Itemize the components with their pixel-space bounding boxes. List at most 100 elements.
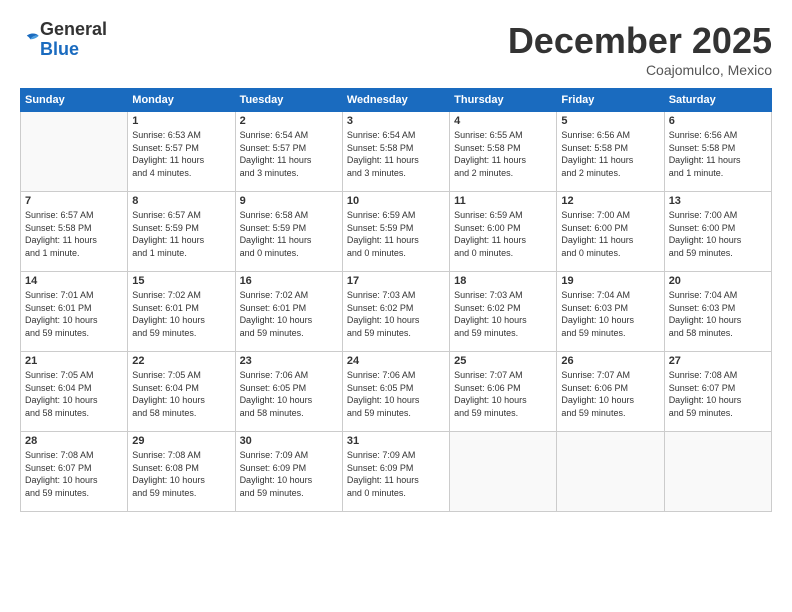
day-info: Sunrise: 7:02 AMSunset: 6:01 PMDaylight:… [240,289,338,339]
day-number: 16 [240,275,338,287]
day-info: Sunrise: 6:58 AMSunset: 5:59 PMDaylight:… [240,209,338,259]
day-info: Sunrise: 6:54 AMSunset: 5:57 PMDaylight:… [240,129,338,179]
table-row: 10Sunrise: 6:59 AMSunset: 5:59 PMDayligh… [342,192,449,272]
table-row: 12 Sunrise: 7:00 AMSunset: 6:00 PMDayligh… [557,192,664,272]
table-row: 28 Sunrise: 7:08 AMSunset: 6:07 PMDayligh… [21,432,128,512]
table-row: 17 Sunrise: 7:03 AMSunset: 6:02 PMDayligh… [342,272,449,352]
logo-blue: Blue [40,40,107,60]
day-info: Sunrise: 7:06 AMSunset: 6:05 PMDaylight:… [240,369,338,419]
day-number: 20 [669,275,767,287]
day-number: 3 [347,115,445,127]
day-number: 8 [132,195,230,207]
day-number: 6 [669,115,767,127]
day-info: Sunrise: 7:03 AMSunset: 6:02 PMDaylight:… [347,289,445,339]
table-row: 4 Sunrise: 6:55 AMSunset: 5:58 PMDaylight… [450,112,557,192]
table-row: 15 Sunrise: 7:02 AMSunset: 6:01 PMDayligh… [128,272,235,352]
table-row: 31 Sunrise: 7:09 AMSunset: 6:09 PMDayligh… [342,432,449,512]
day-number: 24 [347,355,445,367]
day-info: Sunrise: 7:03 AMSunset: 6:02 PMDaylight:… [454,289,552,339]
day-info: Sunrise: 7:09 AMSunset: 6:09 PMDaylight:… [240,449,338,499]
day-info: Sunrise: 7:07 AMSunset: 6:06 PMDaylight:… [561,369,659,419]
header: General Blue December 2025 Coajomulco, M… [20,20,772,78]
day-number: 5 [561,115,659,127]
day-info: Sunrise: 7:00 AMSunset: 6:00 PMDaylight:… [669,209,767,259]
header-friday: Friday [557,89,664,112]
day-info: Sunrise: 6:57 AMSunset: 5:59 PMDaylight:… [132,209,230,259]
day-number: 25 [454,355,552,367]
month-title: December 2025 [508,20,772,62]
day-number: 27 [669,355,767,367]
table-row: 24 Sunrise: 7:06 AMSunset: 6:05 PMDayligh… [342,352,449,432]
day-number: 19 [561,275,659,287]
day-number: 26 [561,355,659,367]
table-row: 21 Sunrise: 7:05 AMSunset: 6:04 PMDayligh… [21,352,128,432]
table-row: 5 Sunrise: 6:56 AMSunset: 5:58 PMDaylight… [557,112,664,192]
day-info: Sunrise: 6:55 AMSunset: 5:58 PMDaylight:… [454,129,552,179]
table-row: 20 Sunrise: 7:04 AMSunset: 6:03 PMDayligh… [664,272,771,352]
day-info: Sunrise: 7:02 AMSunset: 6:01 PMDaylight:… [132,289,230,339]
table-row: 1Sunrise: 6:53 AMSunset: 5:57 PMDaylight… [128,112,235,192]
table-row: 30 Sunrise: 7:09 AMSunset: 6:09 PMDayligh… [235,432,342,512]
table-row: 13 Sunrise: 7:00 AMSunset: 6:00 PMDayligh… [664,192,771,272]
day-info: Sunrise: 7:01 AMSunset: 6:01 PMDaylight:… [25,289,123,339]
logo-text: General Blue [40,20,107,60]
day-info: Sunrise: 7:08 AMSunset: 6:07 PMDaylight:… [25,449,123,499]
day-number: 13 [669,195,767,207]
table-row: 16 Sunrise: 7:02 AMSunset: 6:01 PMDayligh… [235,272,342,352]
header-wednesday: Wednesday [342,89,449,112]
table-row: 26 Sunrise: 7:07 AMSunset: 6:06 PMDayligh… [557,352,664,432]
day-info: Sunrise: 7:06 AMSunset: 6:05 PMDaylight:… [347,369,445,419]
header-monday: Monday [128,89,235,112]
table-row: 8 Sunrise: 6:57 AMSunset: 5:59 PMDaylight… [128,192,235,272]
day-info: Sunrise: 7:05 AMSunset: 6:04 PMDaylight:… [132,369,230,419]
day-info: Sunrise: 7:08 AMSunset: 6:08 PMDaylight:… [132,449,230,499]
day-number: 29 [132,435,230,447]
table-row: 19Sunrise: 7:04 AMSunset: 6:03 PMDayligh… [557,272,664,352]
table-row: 22 Sunrise: 7:05 AMSunset: 6:04 PMDayligh… [128,352,235,432]
day-info: Sunrise: 6:56 AMSunset: 5:58 PMDaylight:… [561,129,659,179]
table-row [664,432,771,512]
day-info: Sunrise: 6:53 AMSunset: 5:57 PMDaylight:… [132,129,230,179]
day-info: Sunrise: 7:08 AMSunset: 6:07 PMDaylight:… [669,369,767,419]
header-thursday: Thursday [450,89,557,112]
day-info: Sunrise: 7:05 AMSunset: 6:04 PMDaylight:… [25,369,123,419]
day-number: 15 [132,275,230,287]
day-info: Sunrise: 7:04 AMSunset: 6:03 PMDaylight:… [669,289,767,339]
header-tuesday: Tuesday [235,89,342,112]
table-row: 7 Sunrise: 6:57 AMSunset: 5:58 PMDaylight… [21,192,128,272]
day-number: 11 [454,195,552,207]
header-sunday: Sunday [21,89,128,112]
title-block: December 2025 Coajomulco, Mexico [508,20,772,78]
table-row: 6 Sunrise: 6:56 AMSunset: 5:58 PMDaylight… [664,112,771,192]
day-number: 4 [454,115,552,127]
day-info: Sunrise: 6:54 AMSunset: 5:58 PMDaylight:… [347,129,445,179]
table-row [557,432,664,512]
day-info: Sunrise: 6:57 AMSunset: 5:58 PMDaylight:… [25,209,123,259]
day-number: 12 [561,195,659,207]
day-number: 7 [25,195,123,207]
calendar-week-row: 21 Sunrise: 7:05 AMSunset: 6:04 PMDayligh… [21,352,772,432]
day-number: 2 [240,115,338,127]
day-number: 22 [132,355,230,367]
calendar-week-row: 28 Sunrise: 7:08 AMSunset: 6:07 PMDayligh… [21,432,772,512]
day-number: 17 [347,275,445,287]
logo: General Blue [20,20,107,60]
table-row: 2 Sunrise: 6:54 AMSunset: 5:57 PMDaylight… [235,112,342,192]
page: General Blue December 2025 Coajomulco, M… [0,0,792,612]
day-info: Sunrise: 7:09 AMSunset: 6:09 PMDaylight:… [347,449,445,499]
table-row: 25 Sunrise: 7:07 AMSunset: 6:06 PMDayligh… [450,352,557,432]
calendar-week-row: 1Sunrise: 6:53 AMSunset: 5:57 PMDaylight… [21,112,772,192]
day-number: 28 [25,435,123,447]
day-info: Sunrise: 7:00 AMSunset: 6:00 PMDaylight:… [561,209,659,259]
table-row: 11Sunrise: 6:59 AMSunset: 6:00 PMDayligh… [450,192,557,272]
day-info: Sunrise: 6:56 AMSunset: 5:58 PMDaylight:… [669,129,767,179]
header-saturday: Saturday [664,89,771,112]
day-number: 10 [347,195,445,207]
calendar-header-row: Sunday Monday Tuesday Wednesday Thursday… [21,89,772,112]
table-row: 29 Sunrise: 7:08 AMSunset: 6:08 PMDayligh… [128,432,235,512]
day-number: 21 [25,355,123,367]
day-info: Sunrise: 7:07 AMSunset: 6:06 PMDaylight:… [454,369,552,419]
day-number: 30 [240,435,338,447]
calendar-week-row: 14Sunrise: 7:01 AMSunset: 6:01 PMDayligh… [21,272,772,352]
day-number: 31 [347,435,445,447]
